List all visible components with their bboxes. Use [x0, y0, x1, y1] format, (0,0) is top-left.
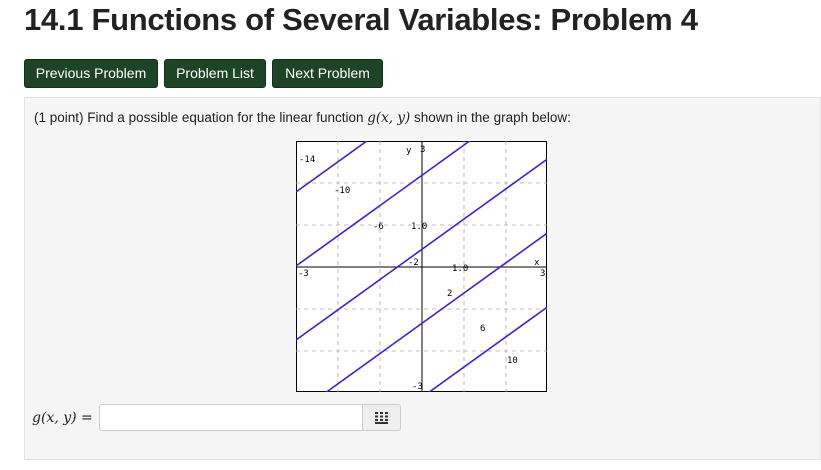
problem-list-button[interactable]: Problem List [164, 59, 266, 88]
answer-input[interactable] [99, 404, 363, 431]
contour-graph: -14 -10 -6 -2 2 6 10 1.0 1.0 y 3 x 3 -3 … [296, 141, 547, 392]
x-axis-name: x [534, 258, 540, 268]
contour-label-2: 2 [447, 289, 452, 299]
y-axis-name: y [406, 146, 412, 156]
tick-label-y-1: 1.0 [411, 222, 427, 232]
problem-prompt: (1 point) Find a possible equation for t… [34, 110, 571, 126]
y-max-label: 3 [420, 145, 425, 155]
prompt-text-before: Find a possible equation for the linear … [87, 110, 364, 125]
function-name: g(x, y) [367, 110, 411, 126]
previous-problem-button[interactable]: Previous Problem [24, 59, 158, 88]
keypad-icon [375, 412, 388, 424]
tick-label-x-1: 1.0 [452, 264, 468, 274]
contour-label-10: 10 [507, 356, 518, 366]
next-problem-button[interactable]: Next Problem [272, 59, 383, 88]
x-min-label: -3 [298, 269, 309, 279]
equation-editor-button[interactable] [363, 404, 401, 431]
contour-label-minus-6: -6 [373, 222, 384, 232]
page-title: 14.1 Functions of Several Variables: Pro… [24, 2, 698, 37]
contour-label-minus-2: -2 [408, 258, 419, 268]
contour-label-6: 6 [480, 324, 485, 334]
answer-label: g(x, y) = [32, 410, 93, 426]
contour-label-minus-10: -10 [334, 186, 350, 196]
y-min-label: -3 [412, 382, 423, 392]
x-max-label: 3 [540, 269, 545, 279]
problem-panel: (1 point) Find a possible equation for t… [24, 97, 821, 460]
problem-nav: Previous Problem Problem List Next Probl… [24, 59, 383, 88]
points-label: (1 point) [34, 110, 84, 125]
contour-label-minus-14: -14 [299, 155, 315, 165]
prompt-text-after: shown in the graph below: [414, 110, 571, 125]
